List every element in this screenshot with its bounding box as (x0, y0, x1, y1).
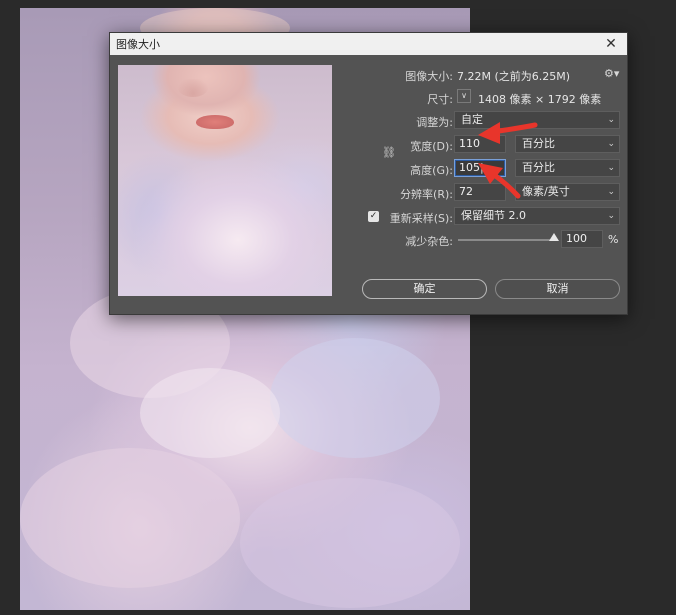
preview-detail (178, 79, 208, 97)
chevron-down-icon: ⌄ (607, 139, 615, 149)
resolution-unit-select[interactable]: 像素/英寸 ⌄ (515, 183, 620, 201)
reduce-noise-unit: % (608, 233, 619, 246)
reduce-noise-label: 减少杂色: (405, 235, 453, 248)
image-size-label: 图像大小: (405, 70, 453, 83)
image-size-dialog: 图像大小 ✕ 图像大小: 7.22M (之前为6.25M) ⚙▾ 尺寸: ∨ 1… (109, 32, 628, 315)
resample-select[interactable]: 保留细节 2.0 ⌄ (454, 207, 620, 225)
height-unit-value: 百分比 (522, 161, 555, 174)
height-input-value: 105 (459, 161, 480, 174)
chevron-down-icon: ⌄ (607, 163, 615, 173)
fit-to-select[interactable]: 自定 ⌄ (454, 111, 620, 129)
chevron-down-icon: ⌄ (607, 115, 615, 125)
image-size-value: 7.22M (之前为6.25M) (457, 70, 571, 83)
resolution-unit-value: 像素/英寸 (522, 185, 570, 198)
ok-button[interactable]: 确定 (362, 279, 487, 299)
dialog-titlebar[interactable]: 图像大小 ✕ (110, 33, 627, 55)
width-label: 宽度(D): (410, 140, 453, 153)
fit-to-label: 调整为: (416, 116, 453, 129)
reduce-noise-input[interactable]: 100 (561, 230, 603, 248)
dimensions-label: 尺寸: (427, 93, 453, 106)
height-input[interactable]: 105| (454, 159, 506, 177)
text-cursor: | (480, 161, 484, 174)
resolution-label: 分辨率(R): (400, 188, 453, 201)
resample-label: 重新采样(S): (389, 212, 453, 225)
width-unit-value: 百分比 (522, 137, 555, 150)
resolution-input[interactable]: 72 (454, 183, 506, 201)
chevron-down-icon: ⌄ (607, 187, 615, 197)
height-label: 高度(G): (410, 164, 453, 177)
fit-to-value: 自定 (461, 113, 483, 126)
height-unit-select[interactable]: 百分比 ⌄ (515, 159, 620, 177)
reduce-noise-slider[interactable] (458, 239, 558, 241)
chevron-down-icon: ⌄ (607, 211, 615, 221)
slider-thumb[interactable] (549, 233, 559, 241)
image-preview[interactable] (118, 65, 332, 296)
dialog-title: 图像大小 (116, 38, 160, 51)
preview-detail (196, 115, 234, 129)
chevron-down-icon[interactable]: ∨ (457, 89, 471, 103)
width-input[interactable]: 110 (454, 135, 506, 153)
width-unit-select[interactable]: 百分比 ⌄ (515, 135, 620, 153)
close-icon[interactable]: ✕ (603, 36, 619, 52)
resample-value: 保留细节 2.0 (461, 209, 526, 222)
cancel-button[interactable]: 取消 (495, 279, 620, 299)
gear-icon[interactable]: ⚙▾ (604, 67, 619, 80)
dimensions-value: 1408 像素 × 1792 像素 (478, 93, 602, 106)
